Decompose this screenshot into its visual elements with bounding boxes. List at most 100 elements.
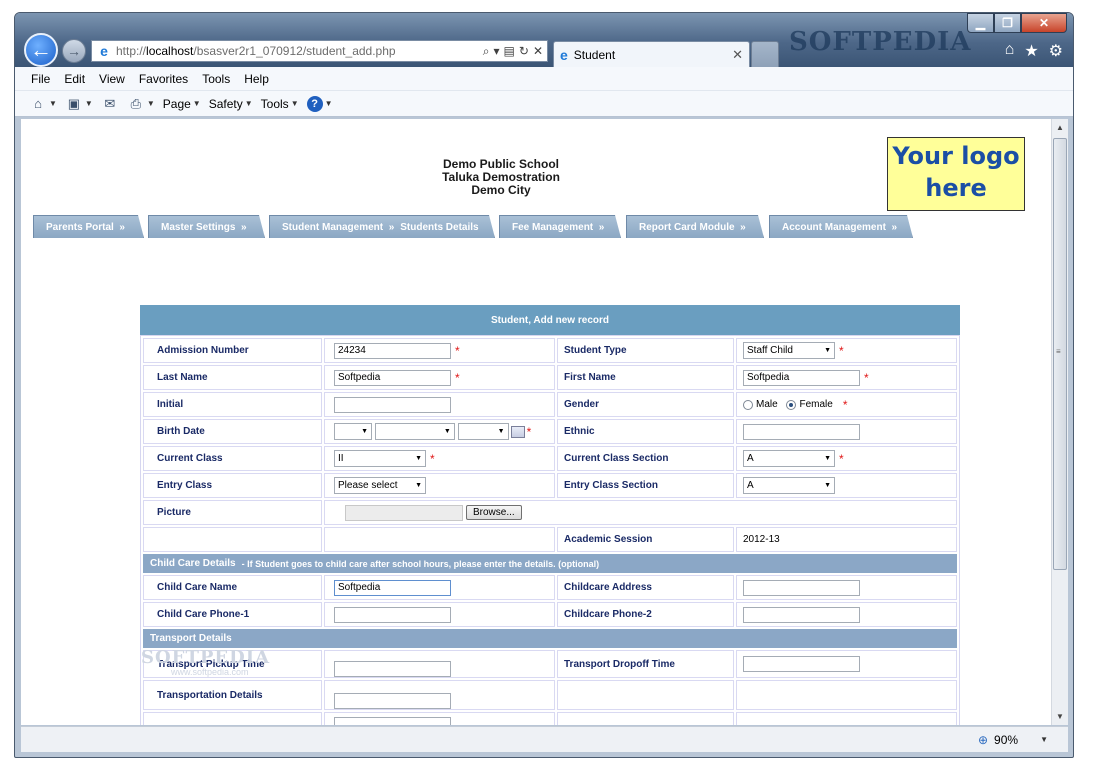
rss-feed-icon: ▣ [67, 95, 81, 111]
scroll-down-icon[interactable]: ▼ [1052, 708, 1068, 725]
close-window-button[interactable]: ✕ [1021, 13, 1067, 33]
menu-bar: File Edit View Favorites Tools Help [15, 67, 1073, 91]
child-care-phone1-input[interactable] [334, 606, 451, 623]
transportation-details-input[interactable] [334, 693, 451, 709]
web-page-content: Demo Public School Taluka Demostration D… [21, 119, 1051, 725]
mail-icon: ✉ [104, 95, 116, 111]
birth-date-label: Birth Date [143, 419, 322, 444]
address-bar[interactable]: e http://localhost/bsasver2r1_070912/stu… [91, 40, 548, 62]
minimize-button[interactable]: ▁ [967, 13, 994, 33]
maximize-button[interactable]: ❐ [994, 13, 1021, 33]
home-icon: ⌂ [34, 96, 42, 111]
menu-file[interactable]: File [31, 72, 50, 86]
search-icon[interactable]: ⌕ [483, 44, 490, 59]
child-care-phone1-label: Child Care Phone-1 [143, 602, 322, 627]
nav-fee-management[interactable]: Fee Management » [499, 215, 621, 238]
safety-menu[interactable]: Safety ▼ [209, 97, 253, 111]
nav-report-card-module[interactable]: Report Card Module » [626, 215, 764, 238]
initial-input[interactable] [334, 396, 451, 413]
child-care-name-label: Child Care Name [143, 575, 322, 600]
menu-edit[interactable]: Edit [64, 72, 85, 86]
title-bar: SOFTPEDIA ▁ ❐ ✕ ← → e http://localhost/b… [15, 13, 1073, 67]
ie-tab-icon: e [560, 46, 568, 63]
chevron-down-icon: ▼ [824, 455, 831, 462]
chevron-down-icon: ▼ [415, 455, 422, 462]
tab-title: Student [573, 47, 616, 62]
child-care-name-input[interactable]: Softpedia [334, 579, 451, 596]
ethnic-input[interactable] [743, 423, 860, 440]
current-class-section-select[interactable]: A ▼ [743, 450, 835, 467]
admission-number-input[interactable]: 24234 [334, 342, 451, 359]
help-menu[interactable]: ? ▼ [306, 95, 333, 112]
entry-class-section-select[interactable]: A ▼ [743, 477, 835, 494]
nav-parents-portal[interactable]: Parents Portal » [33, 215, 144, 238]
childcare-address-label: Childcare Address [557, 575, 734, 600]
softpedia-overlay-watermark: SOFTPEDIA [141, 647, 271, 668]
favorites-star-icon[interactable]: ★ [1024, 41, 1038, 61]
chevron-down-icon: ▼ [443, 428, 451, 435]
tab-student[interactable]: e Student ✕ [553, 41, 750, 67]
nav-student-management[interactable]: Student Management » Students Details [269, 215, 495, 238]
compatibility-view-icon[interactable]: ▤ [504, 44, 515, 59]
menu-favorites[interactable]: Favorites [139, 72, 188, 86]
stop-icon[interactable]: ✕ [533, 44, 543, 59]
nav-master-settings[interactable]: Master Settings » [148, 215, 265, 238]
print-command[interactable]: ⎙ ▼ [127, 96, 155, 112]
current-class-select[interactable]: II ▼ [334, 450, 426, 467]
calendar-icon[interactable] [510, 425, 525, 438]
nav-students-details[interactable]: Students Details [400, 222, 478, 233]
transport-dropoff-label: Transport Dropoff Time [557, 650, 734, 678]
student-type-select[interactable]: Staff Child ▼ [743, 342, 835, 359]
gender-male-radio[interactable] [743, 399, 753, 410]
first-name-input[interactable]: Softpedia [743, 369, 860, 386]
chevron-down-icon: ▼ [497, 428, 505, 435]
feeds-command[interactable]: ▣ ▼ [65, 96, 93, 112]
page-menu[interactable]: Page ▼ [163, 97, 201, 111]
next-field-input[interactable] [334, 716, 451, 725]
close-tab-icon[interactable]: ✕ [732, 47, 743, 63]
transport-dropoff-input[interactable] [743, 656, 860, 672]
last-name-input[interactable]: Softpedia [334, 369, 451, 386]
nav-account-management[interactable]: Account Management » [769, 215, 913, 238]
dropdown-arrow-icon[interactable]: ▾ [494, 44, 500, 59]
student-type-label: Student Type [557, 338, 734, 363]
birth-day-select[interactable]: ▼ [334, 423, 372, 440]
gender-female-radio[interactable] [786, 399, 797, 410]
gear-icon[interactable]: ⚙ [1049, 41, 1063, 61]
back-button[interactable]: ← [24, 33, 58, 67]
school-header: Demo Public School Taluka Demostration D… [21, 158, 981, 197]
childcare-phone2-input[interactable] [743, 606, 860, 623]
birth-month-select[interactable]: ▼ [374, 423, 455, 440]
menu-tools[interactable]: Tools [202, 72, 230, 86]
home-command[interactable]: ⌂ ▼ [29, 96, 57, 112]
zoom-dropdown-icon[interactable]: ▼ [1040, 735, 1048, 744]
address-url[interactable]: http://localhost/bsasver2r1_070912/stude… [116, 44, 483, 58]
forward-button[interactable]: → [62, 39, 86, 63]
menu-help[interactable]: Help [244, 72, 269, 86]
transport-pickup-input[interactable] [334, 661, 451, 677]
birth-year-select[interactable]: ▼ [457, 423, 509, 440]
childcare-address-input[interactable] [743, 579, 860, 596]
chevron-down-icon: ▼ [361, 428, 368, 435]
scroll-up-icon[interactable]: ▲ [1052, 119, 1068, 136]
chevron-down-icon: ▼ [824, 347, 831, 354]
home-icon[interactable]: ⌂ [1005, 41, 1015, 61]
menu-view[interactable]: View [99, 72, 125, 86]
entry-class-select[interactable]: Please select ▼ [334, 477, 426, 494]
academic-session-label: Academic Session [557, 527, 734, 552]
browse-button[interactable]: Browse... [466, 505, 522, 520]
mail-command[interactable]: ✉ [101, 96, 119, 112]
vertical-scrollbar[interactable]: ▲ ≡ ▼ [1051, 119, 1068, 725]
admission-number-label: Admission Number [143, 338, 322, 363]
refresh-icon[interactable]: ↻ [519, 44, 529, 59]
ethnic-label: Ethnic [557, 419, 734, 444]
child-care-section-header: Child Care Details - If Student goes to c… [143, 554, 957, 573]
softpedia-watermark: SOFTPEDIA [789, 27, 972, 57]
picture-file-field[interactable] [345, 504, 463, 521]
zoom-icon[interactable]: ⊕ [978, 733, 988, 747]
new-tab-button[interactable] [751, 41, 779, 67]
zoom-level[interactable]: 90% [994, 733, 1018, 747]
gender-label: Gender [557, 392, 734, 417]
tools-menu[interactable]: Tools ▼ [261, 97, 299, 111]
last-name-label: Last Name [143, 365, 322, 390]
